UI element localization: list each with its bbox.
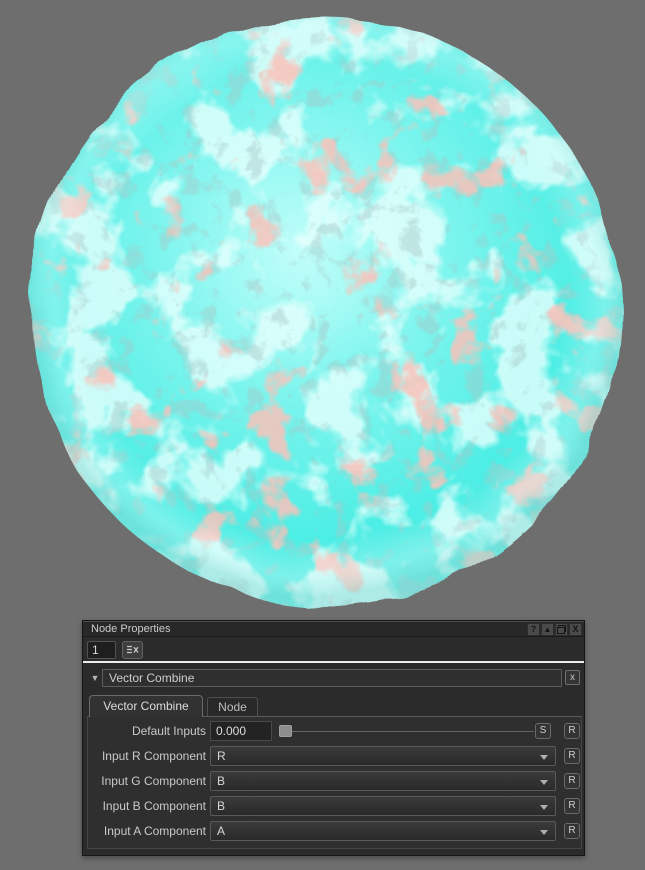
dropdown-value: A [217, 824, 225, 838]
field-label: Input A Component [83, 821, 206, 841]
tab-vector-combine[interactable]: Vector Combine [89, 695, 203, 717]
default-inputs-slider-track[interactable] [282, 731, 534, 732]
minimize-icon[interactable]: ▲ [541, 623, 554, 636]
app-window: Node Properties ? ▲ X ▼ Vector Combine x… [0, 0, 645, 870]
input-b-component-dropdown[interactable]: B [210, 796, 556, 816]
float-icon[interactable] [555, 623, 568, 636]
panel-title: Node Properties [91, 623, 171, 636]
default-inputs-value-field[interactable]: 0.000 [210, 721, 272, 741]
field-label: Input B Component [83, 796, 206, 816]
node-header-bar[interactable]: Vector Combine [102, 669, 562, 687]
titlebar-buttons: ? ▲ X [527, 623, 582, 636]
chevron-down-icon [540, 830, 548, 835]
chevron-down-icon [540, 805, 548, 810]
reset-button[interactable]: R [564, 723, 580, 739]
input-r-component-row: Input R Component R R [83, 746, 584, 766]
reset-button[interactable]: R [564, 798, 580, 814]
field-label: Input R Component [83, 746, 206, 766]
panel-titlebar[interactable]: Node Properties ? ▲ X [83, 621, 584, 637]
chevron-down-icon [540, 755, 548, 760]
reset-button[interactable]: R [564, 773, 580, 789]
input-g-component-row: Input G Component B R [83, 771, 584, 791]
panel-divider [83, 661, 584, 663]
sample-button[interactable]: S [535, 723, 551, 739]
default-inputs-row: Default Inputs 0.000 S R [83, 721, 584, 741]
dropdown-value: B [217, 799, 225, 813]
chevron-down-icon [540, 780, 548, 785]
help-icon[interactable]: ? [527, 623, 540, 636]
field-label: Input G Component [83, 771, 206, 791]
node-properties-panel: Node Properties ? ▲ X ▼ Vector Combine x… [82, 620, 585, 856]
input-b-component-row: Input B Component B R [83, 796, 584, 816]
dropdown-value: R [217, 749, 226, 763]
close-icon[interactable]: X [569, 623, 582, 636]
tab-node[interactable]: Node [207, 697, 258, 717]
input-g-component-dropdown[interactable]: B [210, 771, 556, 791]
input-a-component-row: Input A Component A R [83, 821, 584, 841]
clear-list-icon [126, 645, 139, 655]
collapse-triangle-icon[interactable]: ▼ [89, 670, 101, 686]
reset-button[interactable]: R [564, 823, 580, 839]
input-a-component-dropdown[interactable]: A [210, 821, 556, 841]
node-header-label: Vector Combine [109, 671, 194, 685]
overlapping-windows-icon [557, 625, 566, 634]
sphere-object[interactable] [0, 0, 645, 618]
3d-viewport[interactable] [0, 0, 645, 618]
field-label: Default Inputs [83, 721, 206, 741]
clear-panels-button[interactable] [122, 641, 143, 659]
default-inputs-slider-handle[interactable] [279, 725, 292, 737]
node-close-button[interactable]: x [565, 670, 580, 685]
reset-button[interactable]: R [564, 748, 580, 764]
dropdown-value: B [217, 774, 225, 788]
panel-count-input[interactable] [87, 641, 116, 659]
input-r-component-dropdown[interactable]: R [210, 746, 556, 766]
